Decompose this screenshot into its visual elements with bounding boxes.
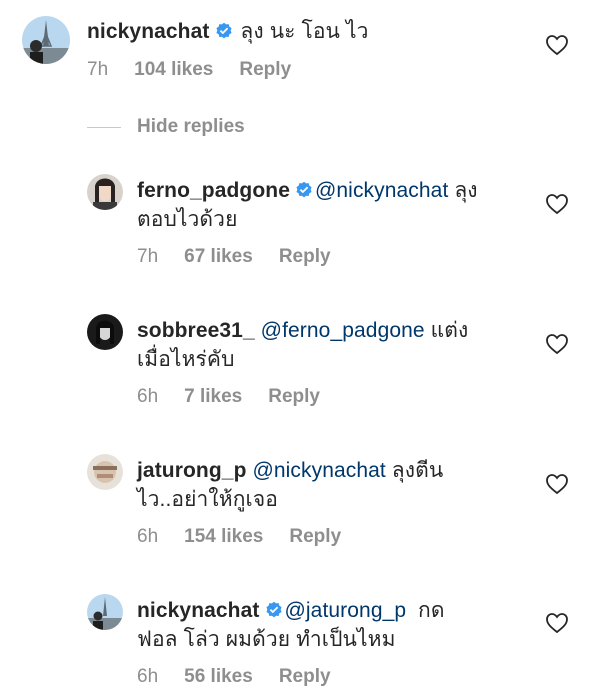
likes-count[interactable]: 104 likes (134, 59, 213, 80)
comment-text: แต่ง (424, 319, 469, 342)
comment-meta: 6h 56 likes Reply (137, 666, 357, 688)
mention-link[interactable]: @ferno_padgone (261, 319, 425, 342)
timestamp: 7h (137, 246, 159, 267)
comment-body: nickynachat @jaturong_p กดฟอล โล่ว ผมด้วย… (137, 596, 537, 654)
comment-text: ฟอล โล่ว ผมด้วย ทำเป็นไหม (137, 628, 396, 651)
mention-link[interactable]: @nickynachat (315, 179, 448, 202)
heart-outline-icon[interactable] (545, 473, 569, 495)
avatar-image (87, 314, 123, 350)
username[interactable]: nickynachat (137, 599, 260, 622)
comment-meta: 6h 7 likes Reply (137, 386, 346, 408)
likes-count[interactable]: 7 likes (184, 386, 242, 407)
avatar[interactable] (87, 454, 123, 490)
comment-meta: 7h 104 likes Reply (87, 59, 317, 81)
timestamp: 6h (137, 666, 159, 687)
comment-text: ลุงตีน (385, 459, 444, 482)
hide-replies-label[interactable]: Hide replies (137, 116, 245, 138)
avatar-image (22, 16, 70, 64)
mention-link[interactable]: @nickynachat (252, 459, 385, 482)
reply-button[interactable]: Reply (268, 386, 320, 407)
heart-outline-icon[interactable] (545, 612, 569, 634)
comment-text: เมื่อไหร่คับ (137, 348, 235, 371)
timestamp: 7h (87, 59, 109, 80)
comment-body: sobbree31_ @ferno_padgone แต่งเมื่อไหร่ค… (137, 316, 517, 374)
verified-badge-icon (296, 181, 312, 198)
avatar-image (87, 594, 123, 630)
comment-body: jaturong_p @nickynachat ลุงตีนไว..อย่าให… (137, 456, 517, 514)
mention-link[interactable]: @jaturong_p (285, 599, 407, 622)
reply-button[interactable]: Reply (289, 526, 341, 547)
heart-outline-icon[interactable] (545, 34, 569, 56)
avatar[interactable] (22, 16, 70, 64)
username[interactable]: nickynachat (87, 20, 210, 43)
timestamp: 6h (137, 386, 159, 407)
comment-text: ตอบไวด้วย (137, 208, 238, 231)
comment-body: ferno_padgone @nickynachat ลุงตอบไวด้วย (137, 176, 517, 234)
divider (87, 127, 121, 128)
likes-count[interactable]: 67 likes (184, 246, 253, 267)
comment-meta: 6h 154 likes Reply (137, 526, 367, 548)
heart-outline-icon[interactable] (545, 333, 569, 355)
username[interactable]: sobbree31_ (137, 319, 255, 342)
reply-button[interactable]: Reply (279, 666, 331, 687)
avatar[interactable] (87, 594, 123, 630)
username[interactable]: jaturong_p (137, 459, 247, 482)
avatar-image (87, 454, 123, 490)
comment-text: ลุง (448, 179, 478, 202)
comment-text: ไว..อย่าให้กูเจอ (137, 488, 278, 511)
username[interactable]: ferno_padgone (137, 179, 290, 202)
avatar-image (87, 174, 123, 210)
likes-count[interactable]: 56 likes (184, 666, 253, 687)
reply-button[interactable]: Reply (279, 246, 331, 267)
likes-count[interactable]: 154 likes (184, 526, 263, 547)
reply-button[interactable]: Reply (239, 59, 291, 80)
verified-badge-icon (265, 601, 282, 618)
comment-text: กด (406, 599, 445, 622)
avatar[interactable] (87, 314, 123, 350)
comment-text: ลุง นะ โอน ไว (234, 20, 369, 43)
timestamp: 6h (137, 526, 159, 547)
comment-meta: 7h 67 likes Reply (137, 246, 357, 268)
avatar[interactable] (87, 174, 123, 210)
verified-badge-icon (215, 22, 232, 39)
comment-body: nickynachat ลุง นะ โอน ไว (87, 17, 527, 46)
heart-outline-icon[interactable] (545, 193, 569, 215)
